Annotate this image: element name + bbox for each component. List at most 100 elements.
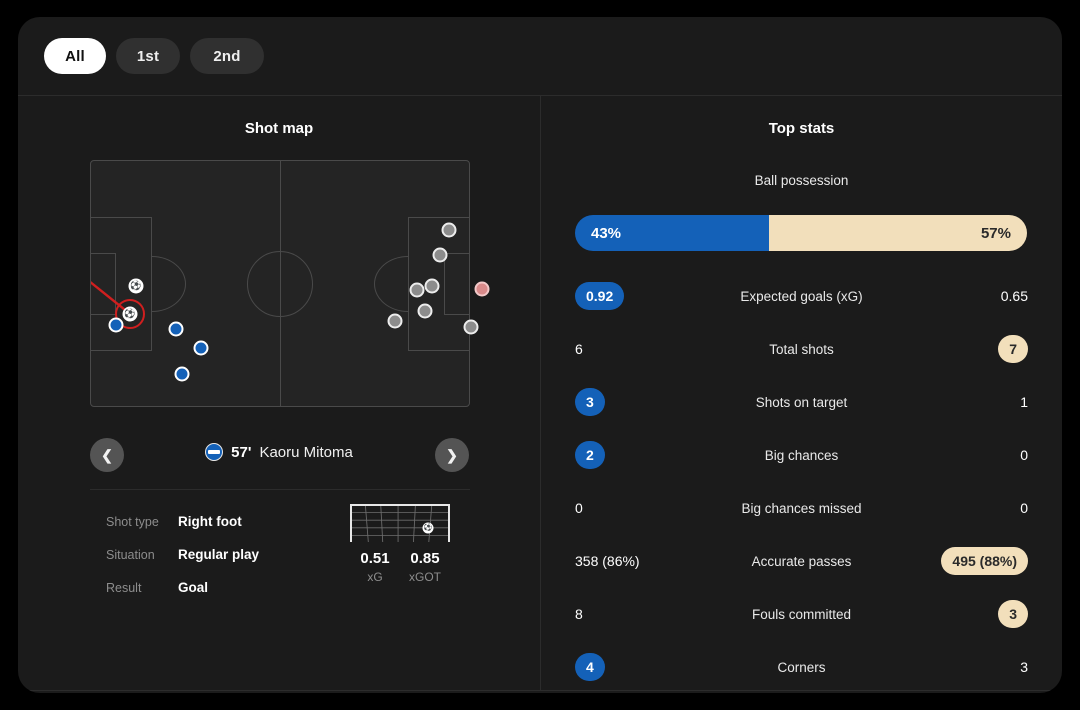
period-filter-bar: All 1st 2nd bbox=[18, 17, 1062, 95]
shot-type-value: Right foot bbox=[178, 514, 242, 529]
shot-marker[interactable]: ⚽ bbox=[128, 278, 144, 294]
stat-home-text: 358 (86%) bbox=[575, 553, 640, 569]
stat-away-value: 495 (88%) bbox=[912, 547, 1062, 575]
detail-row-shot-type: Shot type Right foot bbox=[106, 505, 356, 538]
top-stats-list: Ball possession 43% 57% 0.92 Expected goa… bbox=[541, 95, 1062, 690]
xgot-label: xGOT bbox=[409, 570, 441, 584]
result-label: Result bbox=[106, 580, 142, 595]
stat-away-text: 1 bbox=[1020, 394, 1028, 410]
stat-home-chip: 2 bbox=[575, 441, 605, 469]
shot-map-pitch[interactable]: ⚽ ⚽ bbox=[89, 160, 490, 407]
six-yard-box-right bbox=[444, 252, 471, 315]
shot-marker[interactable] bbox=[463, 319, 479, 335]
stat-home-value: 6 bbox=[541, 341, 691, 357]
stat-home-text: 8 bbox=[575, 606, 583, 622]
shot-marker[interactable] bbox=[387, 313, 403, 329]
result-value: Goal bbox=[178, 580, 209, 595]
shot-marker[interactable] bbox=[417, 303, 433, 319]
goal-net-icon bbox=[352, 506, 448, 542]
xg-column: 0.51 xG bbox=[350, 550, 400, 584]
shot-map-title: Shot map bbox=[244, 120, 314, 137]
stat-away-value: 3 bbox=[912, 600, 1062, 628]
stat-away-value: 7 bbox=[912, 335, 1062, 363]
shot-marker[interactable] bbox=[432, 247, 448, 263]
shot-marker[interactable] bbox=[441, 222, 457, 238]
shot-marker[interactable] bbox=[424, 278, 440, 294]
shot-detail-table: Shot type Right foot Situation Regular p… bbox=[106, 505, 356, 604]
shot-marker[interactable] bbox=[108, 317, 124, 333]
stat-away-chip: 495 (88%) bbox=[941, 547, 1028, 575]
stat-home-value: 358 (86%) bbox=[541, 553, 691, 569]
ball-possession-bar: 43% 57% bbox=[575, 215, 1027, 251]
stat-home-text: 0 bbox=[575, 500, 583, 516]
shot-marker[interactable] bbox=[168, 321, 184, 337]
shot-minute: 57' bbox=[231, 443, 252, 461]
stat-row: 3 Shots on target 1 bbox=[541, 387, 1062, 417]
stat-home-value: 0 bbox=[541, 500, 691, 516]
xg-values: 0.51 xG 0.85 xGOT bbox=[350, 550, 450, 584]
shot-marker[interactable]: ⚽ bbox=[122, 306, 138, 322]
stat-away-text: 0 bbox=[1020, 500, 1028, 516]
stat-row: 4 Corners 3 bbox=[541, 652, 1062, 682]
shot-marker[interactable] bbox=[409, 282, 425, 298]
shot-player-name: Kaoru Mitoma bbox=[259, 443, 353, 461]
stat-home-value: 0.92 bbox=[541, 282, 691, 310]
filter-tab-all[interactable]: All bbox=[44, 38, 106, 74]
shot-navigation: ❮ ❯ 57' Kaoru Mitoma bbox=[18, 438, 540, 474]
stat-row: 8 Fouls committed 3 bbox=[541, 599, 1062, 629]
stat-home-chip: 3 bbox=[575, 388, 605, 416]
stat-row: 0 Big chances missed 0 bbox=[541, 493, 1062, 523]
stat-away-value: 0 bbox=[912, 447, 1062, 463]
stat-label: Expected goals (xG) bbox=[740, 288, 863, 304]
stat-label: Fouls committed bbox=[751, 606, 852, 622]
possession-away-value: 57% bbox=[769, 215, 1027, 251]
situation-label: Situation bbox=[106, 547, 155, 562]
stat-away-value: 1 bbox=[912, 394, 1062, 410]
penalty-arc-right bbox=[374, 255, 408, 312]
brighton-badge-icon bbox=[205, 443, 224, 461]
stat-label: Shots on target bbox=[755, 394, 848, 410]
filter-tab-2nd[interactable]: 2nd bbox=[190, 38, 264, 74]
stat-home-text: 6 bbox=[575, 341, 583, 357]
stat-away-value: 3 bbox=[912, 659, 1062, 675]
stat-label: Total shots bbox=[769, 341, 834, 357]
stat-away-value: 0.65 bbox=[912, 288, 1062, 304]
shot-marker[interactable] bbox=[174, 366, 190, 382]
detail-row-situation: Situation Regular play bbox=[106, 538, 356, 571]
stat-away-chip: 7 bbox=[998, 335, 1028, 363]
situation-value: Regular play bbox=[178, 547, 260, 562]
ball-possession-label: Ball possession bbox=[754, 173, 849, 188]
stat-label: Corners bbox=[777, 659, 826, 675]
stat-away-text: 3 bbox=[1020, 659, 1028, 675]
center-circle bbox=[247, 250, 313, 317]
stat-home-chip: 0.92 bbox=[575, 282, 625, 310]
detail-divider bbox=[90, 489, 470, 490]
stat-row: 358 (86%) Accurate passes 495 (88%) bbox=[541, 546, 1062, 576]
stat-row: 2 Big chances 0 bbox=[541, 440, 1062, 470]
match-stats-panel: All 1st 2nd Shot map ⚽ ⚽ ❮ ❯ 57' Kaoru Mi… bbox=[18, 17, 1062, 693]
stat-home-value: 3 bbox=[541, 388, 691, 416]
stat-away-text: 0 bbox=[1020, 447, 1028, 463]
goal-placement-diagram: ⚽ 0.51 xG 0.85 xGOT bbox=[350, 504, 450, 584]
stat-row: 0.92 Expected goals (xG) 0.65 bbox=[541, 281, 1062, 311]
stat-home-chip: 4 bbox=[575, 653, 605, 681]
shot-marker[interactable] bbox=[474, 281, 490, 297]
stat-label: Accurate passes bbox=[751, 553, 852, 569]
six-yard-box-left bbox=[89, 252, 116, 315]
stat-home-value: 8 bbox=[541, 606, 691, 622]
detail-row-result: Result Goal bbox=[106, 571, 356, 604]
stat-label: Big chances missed bbox=[741, 500, 862, 516]
possession-home-value: 43% bbox=[575, 215, 770, 251]
footer-divider bbox=[18, 690, 1062, 691]
stat-home-value: 4 bbox=[541, 653, 691, 681]
xgot-column: 0.85 xGOT bbox=[400, 550, 450, 584]
xg-value: 0.51 bbox=[360, 550, 390, 567]
penalty-arc-left bbox=[152, 255, 186, 312]
stat-away-value: 0 bbox=[912, 500, 1062, 516]
filter-tab-1st[interactable]: 1st bbox=[116, 38, 180, 74]
goal-frame: ⚽ bbox=[350, 504, 450, 542]
shot-marker[interactable] bbox=[193, 340, 209, 356]
stat-row: 6 Total shots 7 bbox=[541, 334, 1062, 364]
stat-away-text: 0.65 bbox=[1000, 288, 1028, 304]
stat-label: Big chances bbox=[764, 447, 839, 463]
